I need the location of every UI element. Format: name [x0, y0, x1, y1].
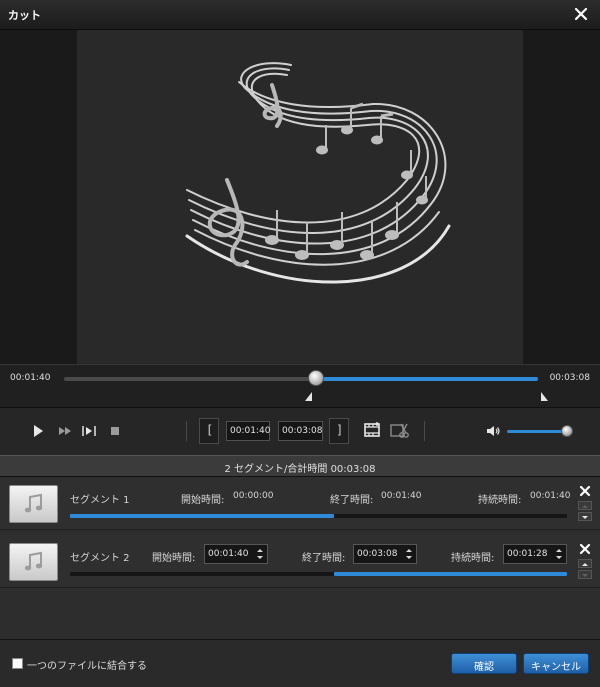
segment-end-value: 00:01:40	[381, 491, 422, 501]
segment-range-bar	[70, 572, 567, 576]
delete-segment-icon[interactable]	[578, 484, 592, 498]
music-note-icon	[24, 551, 43, 571]
end-time-field[interactable]: 00:03:08	[278, 421, 323, 441]
right-bracket-icon: ]	[336, 423, 344, 437]
timeline: 00:01:40 00:03:08	[0, 364, 600, 407]
merge-checkbox[interactable]	[12, 658, 23, 669]
segment-start-value: 00:00:00	[233, 491, 274, 501]
segment-range-bar	[70, 514, 567, 518]
move-down-button[interactable]	[578, 570, 592, 579]
move-up-button[interactable]	[578, 501, 592, 510]
cut-clip-icon[interactable]	[389, 421, 409, 441]
segment-thumbnail	[9, 543, 58, 581]
end-marker-handle[interactable]	[540, 392, 548, 401]
segment-duration-value: 00:01:40	[530, 491, 571, 501]
chevron-up-icon	[582, 505, 588, 508]
play-selection-icon[interactable]	[81, 423, 97, 439]
spinner-arrows-icon[interactable]	[555, 547, 563, 561]
video-preview	[77, 30, 523, 364]
volume-icon[interactable]	[485, 423, 501, 439]
new-clip-icon[interactable]	[363, 421, 381, 439]
set-start-button[interactable]: [	[199, 418, 219, 444]
play-icon[interactable]	[30, 423, 46, 439]
segment-row[interactable]: セグメント 2 開始時間: 00:01:40 終了時間: 00:03:08 持続…	[0, 535, 600, 588]
segment-start-label: 開始時間:	[181, 495, 225, 506]
playhead-handle[interactable]	[308, 370, 324, 386]
divider	[186, 421, 187, 441]
music-notes-artwork	[185, 62, 451, 284]
chevron-down-icon	[582, 516, 588, 519]
video-preview-area	[0, 30, 600, 364]
title-bar: カット	[0, 0, 600, 30]
left-bracket-icon: [	[206, 423, 214, 437]
start-time-field[interactable]: 00:01:40	[226, 421, 270, 441]
segment-duration-label: 持続時間:	[478, 495, 522, 506]
segment-end-label: 終了時間:	[330, 495, 374, 506]
close-icon[interactable]	[572, 5, 590, 23]
segment-start-input[interactable]: 00:01:40	[204, 544, 268, 564]
segment-summary: 2 セグメント/合計時間 00:03:08	[0, 455, 600, 477]
volume-slider-track[interactable]	[507, 430, 569, 433]
divider	[424, 421, 425, 441]
segment-duration-input[interactable]: 00:01:28	[503, 544, 567, 564]
segment-duration-value: 00:01:28	[507, 549, 548, 559]
segment-end-input[interactable]: 00:03:08	[353, 544, 417, 564]
segment-row[interactable]: セグメント 1 開始時間: 00:00:00 終了時間: 00:01:40 持続…	[0, 477, 600, 530]
segment-range-fill	[334, 572, 567, 576]
segment-range-fill	[70, 514, 334, 518]
timeline-end-time: 00:03:08	[549, 373, 590, 383]
stop-icon[interactable]	[107, 423, 123, 439]
segment-name: セグメント 2	[70, 553, 130, 564]
spinner-arrows-icon[interactable]	[405, 547, 413, 561]
set-end-button[interactable]: ]	[329, 418, 349, 444]
fast-forward-icon[interactable]	[57, 423, 73, 439]
cancel-button[interactable]: キャンセル	[523, 653, 589, 674]
volume-slider-handle[interactable]	[561, 425, 573, 437]
segment-end-value: 00:03:08	[357, 549, 398, 559]
segment-end-label: 終了時間:	[302, 553, 346, 564]
music-note-icon	[24, 493, 43, 513]
timeline-start-time: 00:01:40	[10, 373, 51, 383]
move-up-button[interactable]	[578, 559, 592, 568]
segment-list: セグメント 1 開始時間: 00:00:00 終了時間: 00:01:40 持続…	[0, 477, 600, 639]
segment-start-value: 00:01:40	[208, 549, 249, 559]
move-down-button[interactable]	[578, 512, 592, 521]
window-title: カット	[8, 9, 41, 22]
segment-thumbnail	[9, 485, 58, 523]
spinner-arrows-icon[interactable]	[256, 547, 264, 561]
start-marker-handle[interactable]	[305, 392, 313, 401]
playback-controls: [ 00:01:40 00:03:08 ]	[0, 407, 600, 455]
segment-start-label: 開始時間:	[152, 553, 196, 564]
chevron-up-icon	[582, 563, 588, 566]
segment-name: セグメント 1	[70, 495, 130, 506]
ok-button[interactable]: 確認	[451, 653, 517, 674]
timeline-track[interactable]	[64, 377, 538, 381]
dialog-footer: 一つのファイルに結合する 確認 キャンセル	[0, 639, 600, 687]
delete-segment-icon[interactable]	[578, 542, 592, 556]
segment-duration-label: 持続時間:	[451, 553, 495, 564]
timeline-selected-range	[315, 377, 538, 381]
chevron-down-icon	[582, 574, 588, 577]
merge-checkbox-label[interactable]: 一つのファイルに結合する	[27, 657, 147, 672]
